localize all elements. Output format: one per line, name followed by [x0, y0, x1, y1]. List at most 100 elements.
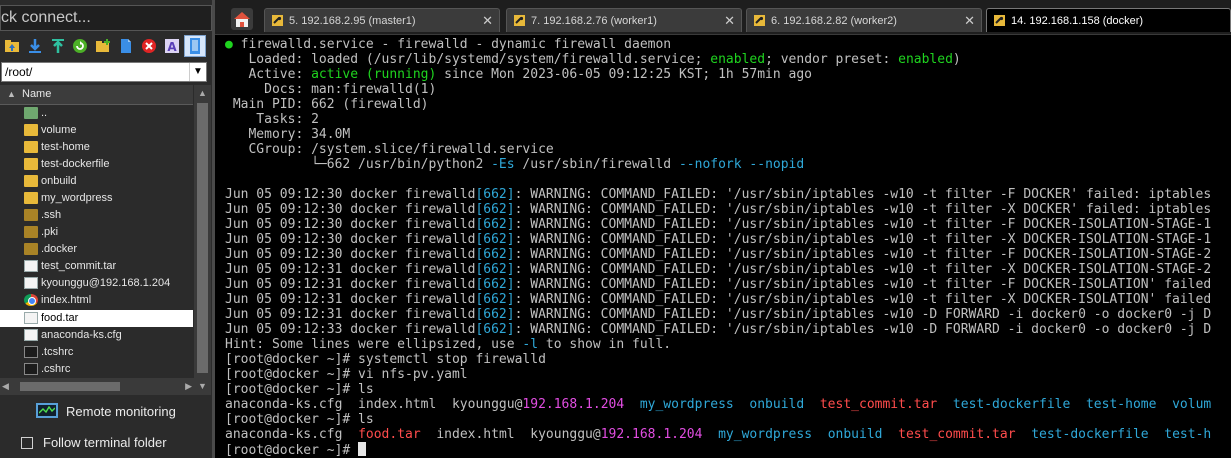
- horizontal-scrollbar[interactable]: ◀ ▶: [0, 378, 194, 395]
- terminal-text: Hint: Some lines were ellipsized, use: [225, 337, 523, 352]
- terminal-text: test-dockerfile: [1031, 427, 1149, 442]
- terminal-line: Jun 05 09:12:30 docker firewalld[662]: W…: [225, 247, 1211, 262]
- terminal-text: 192.168.1.204: [522, 397, 625, 412]
- file-list-item[interactable]: my_wordpress: [0, 190, 193, 207]
- file-list-item[interactable]: test_commit.tar: [0, 258, 193, 275]
- file-list-item[interactable]: anaconda-ks.cfg: [0, 327, 193, 344]
- path-selector[interactable]: /root/ ▼: [1, 62, 207, 82]
- file-list-item[interactable]: test-dockerfile: [0, 156, 193, 173]
- file-name: volume: [41, 124, 77, 136]
- scroll-thumb[interactable]: [20, 382, 120, 391]
- file-list-item[interactable]: index.html: [0, 292, 193, 309]
- new-folder-icon[interactable]: [95, 38, 111, 54]
- scroll-thumb[interactable]: [197, 103, 208, 373]
- terminal-line: Jun 05 09:12:33 docker firewalld[662]: W…: [225, 322, 1211, 337]
- terminal-text: : WARNING: COMMAND_FAILED: '/usr/sbin/ip…: [514, 262, 1212, 277]
- terminal-text: Jun 05 09:12:31 docker firewalld: [225, 277, 476, 292]
- terminal-text: -Es: [491, 157, 515, 172]
- terminal-text: [662]: [475, 322, 515, 337]
- close-icon[interactable]: ✕: [724, 9, 735, 32]
- name-column-header[interactable]: ▲ Name: [0, 85, 193, 105]
- terminal-line: Jun 05 09:12:31 docker firewalld[662]: W…: [225, 277, 1211, 292]
- folder-up-icon[interactable]: [4, 38, 20, 54]
- file-list-item[interactable]: kyounggu@192.168.1.204: [0, 275, 193, 292]
- session-tab[interactable]: 6. 192.168.2.82 (worker2) ✕: [746, 8, 982, 32]
- folder-icon: [24, 141, 38, 153]
- file-list-item[interactable]: .tcshrc: [0, 344, 193, 361]
- session-tab[interactable]: 5. 192.168.2.95 (master1) ✕: [264, 8, 500, 32]
- vertical-scrollbar[interactable]: ▲ ▼: [194, 85, 211, 395]
- terminal-text: [root@docker ~]# ls: [225, 382, 374, 397]
- terminal-text: : WARNING: COMMAND_FAILED: '/usr/sbin/ip…: [514, 217, 1212, 232]
- close-icon[interactable]: ✕: [964, 9, 975, 32]
- file-list-item[interactable]: .pki: [0, 224, 193, 241]
- scroll-down-icon[interactable]: ▼: [194, 378, 211, 395]
- file-list-item[interactable]: .ssh: [0, 207, 193, 224]
- file-list-item[interactable]: volume: [0, 122, 193, 139]
- follow-terminal-folder-toggle[interactable]: Follow terminal folder: [0, 430, 212, 456]
- remote-monitoring-button[interactable]: Remote monitoring: [0, 398, 212, 426]
- terminal-line: Main PID: 662 (firewalld): [225, 97, 1211, 112]
- terminal-text: Jun 05 09:12:31 docker firewalld: [225, 307, 476, 322]
- file-list-item[interactable]: test-home: [0, 139, 193, 156]
- terminal-line: [root@docker ~]# vi nfs-pv.yaml: [225, 367, 1211, 382]
- terminal-text: Jun 05 09:12:31 docker firewalld: [225, 292, 476, 307]
- download-icon[interactable]: [27, 38, 43, 54]
- terminal-text: enabled: [898, 52, 953, 67]
- file-list-item[interactable]: ..: [0, 105, 193, 122]
- file-list-item[interactable]: onbuild: [0, 173, 193, 190]
- quick-connect-input[interactable]: ck connect...: [0, 5, 212, 31]
- scroll-left-icon[interactable]: ◀: [2, 378, 9, 395]
- terminal-text: my_wordpress: [718, 427, 813, 442]
- terminal-text: : WARNING: COMMAND_FAILED: '/usr/sbin/ip…: [514, 202, 1212, 217]
- key-icon: [994, 15, 1005, 26]
- new-file-icon[interactable]: [118, 38, 134, 54]
- follow-terminal-checkbox[interactable]: [21, 437, 33, 449]
- refresh-icon[interactable]: [72, 38, 88, 54]
- terminal-text: [662]: [475, 262, 515, 277]
- terminal-text: firewalld.service - firewalld - dynamic …: [240, 37, 672, 52]
- key-icon: [272, 15, 283, 26]
- terminal-text: CGroup: /system.slice/firewalld.service: [225, 142, 554, 157]
- scroll-right-icon[interactable]: ▶: [185, 378, 192, 395]
- terminal-text: Jun 05 09:12:30 docker firewalld: [225, 247, 476, 262]
- terminal-line: Jun 05 09:12:30 docker firewalld[662]: W…: [225, 232, 1211, 247]
- chrome-icon: [24, 294, 38, 306]
- file-list-item[interactable]: food.tar: [0, 310, 193, 327]
- file-icon: [24, 277, 38, 289]
- rename-icon[interactable]: A: [164, 38, 180, 54]
- session-tab[interactable]: 14. 192.168.1.158 (docker): [986, 8, 1231, 32]
- terminal-text: Memory: 34.0M: [225, 127, 351, 142]
- delete-icon[interactable]: [141, 38, 157, 54]
- terminal-text: test_commit.tar: [898, 427, 1016, 442]
- scroll-up-icon[interactable]: ▲: [194, 85, 211, 102]
- close-icon[interactable]: ✕: [482, 9, 493, 32]
- home-icon[interactable]: [231, 8, 253, 30]
- chevron-down-icon[interactable]: ▼: [189, 63, 206, 81]
- terminal-line: CGroup: /system.slice/firewalld.service: [225, 142, 1211, 157]
- terminal-text: volum: [1172, 397, 1212, 412]
- terminal-text: : WARNING: COMMAND_FAILED: '/usr/sbin/ip…: [514, 247, 1212, 262]
- terminal-text: Tasks: 2: [225, 112, 319, 127]
- terminal-text: [662]: [475, 277, 515, 292]
- session-tab[interactable]: 7. 192.168.2.76 (worker1) ✕: [506, 8, 742, 32]
- terminal-output[interactable]: ● firewalld.service - firewalld - dynami…: [215, 35, 1231, 458]
- follow-terminal-label: Follow terminal folder: [43, 435, 167, 450]
- terminal-line: Jun 05 09:12:30 docker firewalld[662]: W…: [225, 217, 1211, 232]
- terminal-text: anaconda-ks.cfg: [225, 427, 359, 442]
- key-icon: [514, 15, 525, 26]
- hidden-folder-icon: [24, 226, 38, 238]
- upload-icon[interactable]: [50, 38, 66, 54]
- file-list-item[interactable]: .docker: [0, 241, 193, 258]
- terminal-line: Loaded: loaded (/usr/lib/systemd/system/…: [225, 52, 1211, 67]
- terminal-text: [root@docker ~]# systemctl stop firewall…: [225, 352, 546, 367]
- terminal-text: enabled: [710, 52, 766, 67]
- file-name: onbuild: [41, 175, 77, 187]
- file-name: test_commit.tar: [41, 260, 117, 272]
- terminal-sync-icon[interactable]: [184, 35, 206, 57]
- file-list-item[interactable]: .cshrc: [0, 361, 193, 378]
- file-name: food.tar: [41, 312, 79, 324]
